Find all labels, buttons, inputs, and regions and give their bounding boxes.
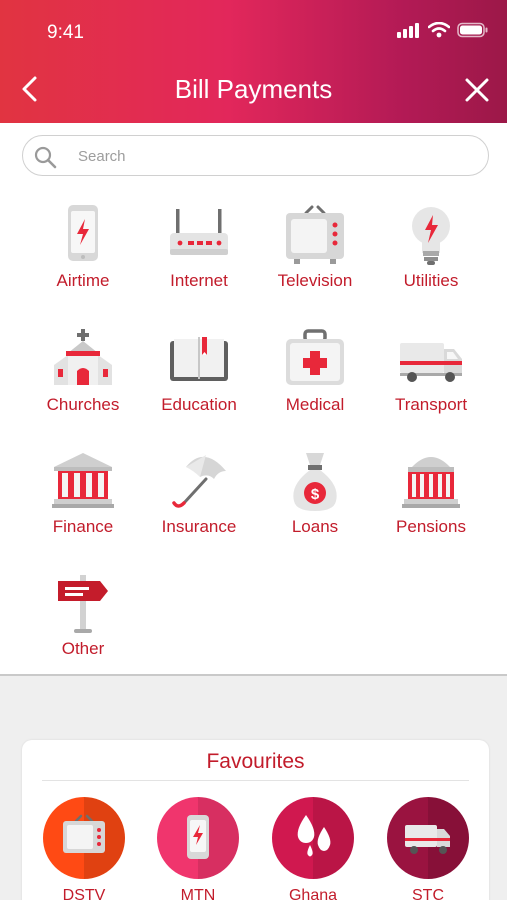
category-label: Television — [277, 271, 353, 290]
favourite-ghana[interactable]: Ghana — [271, 797, 355, 900]
divider — [42, 780, 469, 781]
app-header: 9:41 Bill Payments — [0, 0, 507, 123]
favourite-label: STC — [412, 887, 444, 900]
category-label: Loans — [291, 517, 339, 536]
water-drops-icon — [297, 797, 354, 879]
favourite-label: MTN — [180, 887, 216, 900]
status-time: 9:41 — [47, 22, 84, 43]
category-label: Pensions — [396, 517, 466, 536]
category-finance[interactable]: Finance — [25, 449, 141, 559]
search-input[interactable] — [78, 142, 468, 170]
lightbulb-icon — [412, 207, 450, 265]
category-pensions[interactable]: Pensions — [373, 449, 489, 559]
category-label: Insurance — [161, 517, 237, 536]
category-education[interactable]: Education — [141, 327, 257, 437]
status-icons — [397, 22, 489, 38]
signpost-icon — [58, 575, 108, 633]
category-label: Airtime — [56, 271, 110, 290]
wifi-icon — [428, 22, 450, 38]
category-airtime[interactable]: Airtime — [25, 203, 141, 313]
search-bar[interactable] — [22, 135, 489, 176]
favourite-label: DSTV — [62, 887, 106, 900]
category-insurance[interactable]: Insurance — [141, 449, 257, 559]
favourite-avatar — [272, 797, 354, 879]
category-label: Finance — [52, 517, 114, 536]
category-loans[interactable]: $ Loans — [257, 449, 373, 559]
category-utilities[interactable]: Utilities — [373, 203, 489, 313]
svg-text:$: $ — [311, 486, 320, 503]
category-label: Education — [161, 395, 237, 414]
favourite-avatar — [43, 797, 125, 879]
favourite-mtn[interactable]: MTN — [156, 797, 240, 900]
categories-panel: Airtime Internet — [0, 123, 507, 676]
phone-bolt-icon — [187, 797, 239, 879]
tv-icon — [286, 205, 344, 264]
truck-icon — [405, 797, 469, 879]
category-other[interactable]: Other — [25, 571, 141, 681]
favourite-stc[interactable]: STC — [386, 797, 470, 900]
tv-icon — [63, 797, 125, 879]
battery-icon — [457, 22, 488, 38]
category-television[interactable]: Television — [257, 203, 373, 313]
bank-icon — [52, 453, 114, 508]
category-label: Utilities — [403, 271, 459, 290]
phone-bolt-icon — [68, 205, 98, 261]
book-icon — [170, 337, 228, 381]
favourite-avatar — [157, 797, 239, 879]
favourite-label: Ghana — [288, 887, 338, 900]
close-icon[interactable] — [463, 76, 491, 104]
signal-icon — [397, 23, 419, 38]
category-transport[interactable]: Transport — [373, 327, 489, 437]
category-label: Internet — [170, 271, 228, 290]
umbrella-icon — [172, 455, 226, 508]
money-bag-icon: $ — [293, 453, 337, 511]
category-medical[interactable]: Medical — [257, 327, 373, 437]
favourites-title: Favourites — [206, 750, 305, 773]
medical-kit-icon — [286, 329, 344, 385]
search-icon — [34, 146, 57, 169]
category-label: Medical — [285, 395, 345, 414]
church-icon — [54, 329, 112, 385]
page-title: Bill Payments — [174, 74, 333, 104]
category-internet[interactable]: Internet — [141, 203, 257, 313]
router-icon — [170, 209, 228, 255]
category-label: Other — [61, 639, 105, 658]
favourite-dstv[interactable]: DSTV — [42, 797, 126, 900]
category-churches[interactable]: Churches — [25, 327, 141, 437]
category-label: Transport — [394, 395, 468, 414]
category-label: Churches — [46, 395, 120, 414]
favourite-avatar — [387, 797, 469, 879]
pension-building-icon — [402, 457, 460, 508]
favourites-card: Favourites DSTV MTN Ghana STC — [22, 740, 489, 900]
truck-icon — [400, 343, 462, 382]
